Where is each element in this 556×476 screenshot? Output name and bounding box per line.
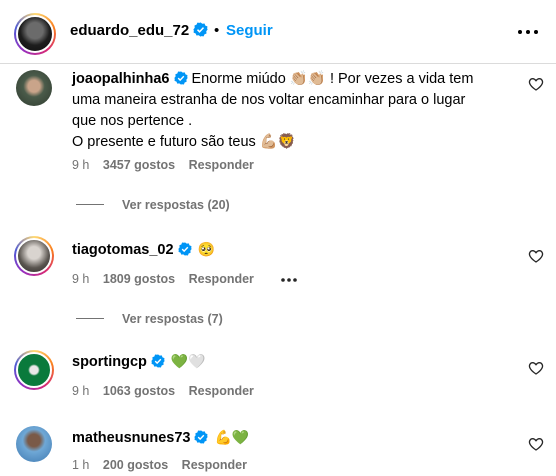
verified-badge-icon (194, 430, 209, 444)
reply-button[interactable]: Responder (189, 384, 254, 398)
heart-outline-icon[interactable] (528, 248, 544, 264)
comment-text-line-2: uma maneira estranha de nos voltar encam… (72, 92, 466, 108)
post-header: eduardo_edu_72 • Seguir (0, 0, 556, 64)
replies-divider-line (76, 204, 104, 205)
comment-likes[interactable]: 1063 gostos (103, 384, 175, 398)
verified-badge-icon (177, 242, 192, 256)
follow-button[interactable]: Seguir (226, 22, 273, 39)
header-separator: • (214, 22, 220, 39)
commenter-avatar[interactable] (14, 350, 54, 390)
view-replies-button[interactable]: Ver respostas (20) (76, 198, 230, 212)
commenter-username[interactable]: tiagotomas_02 (72, 242, 174, 258)
author-avatar[interactable] (14, 13, 56, 55)
heart-outline-icon[interactable] (528, 436, 544, 452)
comment-text: 💚🤍 (170, 354, 206, 370)
replies-divider-line (76, 318, 104, 319)
comment-likes[interactable]: 3457 gostos (103, 158, 175, 172)
comment-likes[interactable]: 1809 gostos (103, 272, 175, 286)
commenter-avatar-image (16, 238, 52, 274)
commenter-username[interactable]: joaopalhinha6 (72, 71, 170, 87)
view-replies-label: Ver respostas (7) (122, 312, 223, 326)
view-replies-label: Ver respostas (20) (122, 198, 230, 212)
reply-button[interactable]: Responder (189, 272, 254, 286)
comment-time: 9 h (72, 158, 90, 172)
view-replies-button[interactable]: Ver respostas (7) (76, 312, 223, 326)
comment-matheusnunes73: matheusnunes73 💪💚 1 h 200 gostos Responde… (0, 420, 556, 476)
heart-outline-icon[interactable] (528, 76, 544, 92)
comment-body-line-1: joaopalhinha6 Enorme miúdo 👏🏼👏🏼 ! Por vez… (72, 69, 512, 90)
comment-text: 🥺 (197, 242, 215, 258)
heart-outline-icon[interactable] (528, 360, 544, 376)
comment-time: 9 h (72, 272, 90, 286)
author-avatar-image (16, 15, 54, 53)
sporting-crest-image (16, 352, 52, 388)
reply-button[interactable]: Responder (189, 158, 254, 172)
comment-time: 9 h (72, 384, 90, 398)
verified-badge-icon (151, 354, 165, 368)
commenter-username[interactable]: sportingcp (72, 354, 147, 370)
commenter-avatar[interactable] (16, 70, 52, 106)
comment-tiagotomas_02: tiagotomas_02 🥺 9 h 1809 gostos Responder… (0, 232, 556, 332)
comment-time: 1 h (72, 458, 90, 472)
comment-meta: 1 h 200 gostos Responder (72, 458, 257, 472)
commenter-username[interactable]: matheusnunes73 (72, 430, 190, 446)
comment-text: 💪💚 (214, 430, 250, 446)
comment-joaopalhinha6: joaopalhinha6 Enorme miúdo 👏🏼👏🏼 ! Por vez… (0, 64, 556, 224)
comment-likes[interactable]: 200 gostos (103, 458, 168, 472)
comment-meta: 9 h 1063 gostos Responder (72, 384, 264, 398)
comment-text-line-4: O presente e futuro são teus 💪🏼🦁 (72, 134, 296, 150)
verified-badge-icon (193, 22, 208, 37)
comment-text-line-1: Enorme miúdo 👏🏼👏🏼 ! Por vezes a vida tem (191, 71, 474, 87)
commenter-avatar[interactable] (16, 426, 52, 462)
comment-options-icon[interactable] (280, 277, 298, 283)
comment-text-line-3: que nos pertence . (72, 113, 193, 129)
author-username[interactable]: eduardo_edu_72 (70, 22, 208, 39)
more-horizontal-icon[interactable] (516, 22, 540, 42)
reply-button[interactable]: Responder (182, 458, 247, 472)
verified-badge-icon (173, 71, 188, 85)
comment-meta: 9 h 1809 gostos Responder (72, 272, 264, 286)
comment-meta: 9 h 3457 gostos Responder (72, 158, 264, 172)
commenter-avatar[interactable] (14, 236, 54, 276)
comment-sportingcp: sportingcp 💚🤍 9 h 1063 gostos Responder (0, 344, 556, 414)
